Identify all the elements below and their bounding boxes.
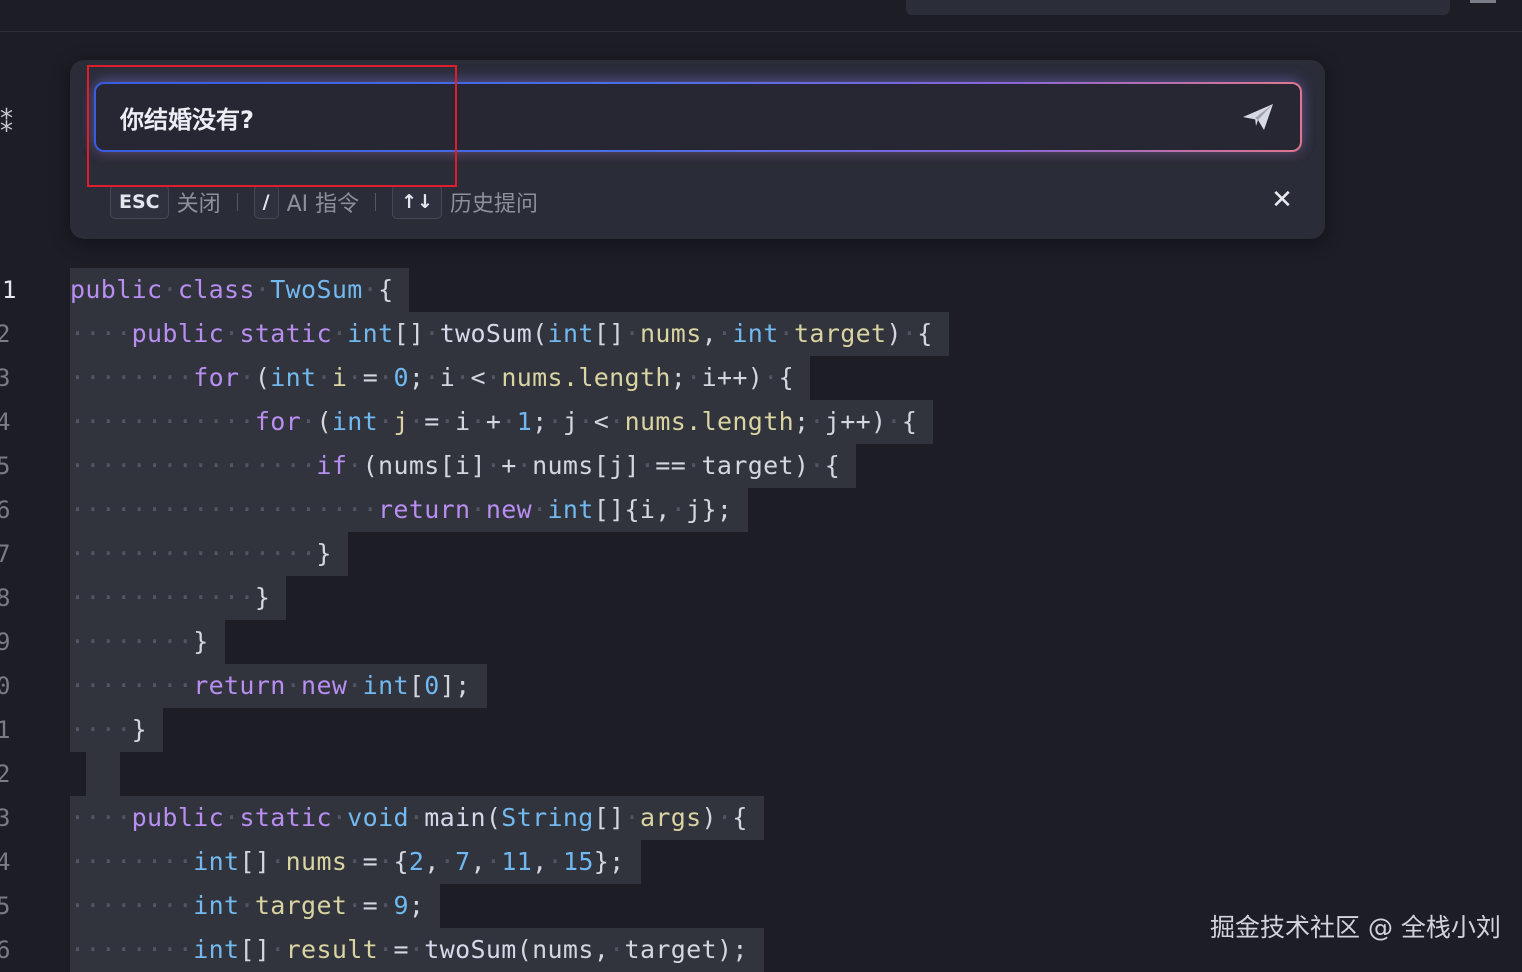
- code-line: ········return·new·int[0];: [70, 664, 949, 708]
- code-line: ····public·static·int[]·twoSum(int[]·num…: [70, 312, 949, 356]
- code-line: ········int[]·result·=·twoSum(nums,·targ…: [70, 928, 949, 972]
- code-line: ········int·target·=·9;: [70, 884, 949, 928]
- line-number: 4: [0, 408, 11, 436]
- hint-divider: [236, 193, 238, 211]
- ai-shortcut-hints: ESC 关闭 / AI 指令 ↑↓ 历史提问: [110, 184, 554, 220]
- code-line: ················if·(nums[i]·+·nums[j]·==…: [70, 444, 949, 488]
- arrow-keys-badge: ↑↓: [392, 185, 442, 219]
- code-line: ············for·(int·j·=·i·+·1;·j·<·nums…: [70, 400, 949, 444]
- annotation-highlight-box: [87, 65, 457, 187]
- line-number: 3: [0, 364, 11, 392]
- line-number: 9: [0, 628, 11, 656]
- line-number-gutter: 1 2 3 4 5 6 7 8 9 0 1 2 3 4 5 6: [0, 268, 40, 972]
- close-icon[interactable]: ✕: [1269, 184, 1295, 216]
- code-line: public·class·TwoSum·{: [70, 268, 949, 312]
- top-bar: [0, 0, 1522, 32]
- code-line: ········}: [70, 620, 949, 664]
- code-editor[interactable]: public·class·TwoSum·{ ····public·static·…: [70, 268, 949, 972]
- slash-key-badge: /: [253, 185, 279, 219]
- hint-divider: [375, 193, 377, 211]
- code-line: ········for·(int·i·=·0;·i·<·nums.length;…: [70, 356, 949, 400]
- line-number: 3: [0, 804, 11, 832]
- line-number: 4: [0, 848, 11, 876]
- line-number: 5: [0, 892, 11, 920]
- menu-icon[interactable]: [1470, 0, 1496, 3]
- watermark: 掘金技术社区 @ 全栈小刘: [1210, 913, 1501, 942]
- code-line: ················}: [70, 532, 949, 576]
- close-hint-label: 关闭: [176, 192, 221, 217]
- code-line: [70, 752, 949, 796]
- esc-key-badge: ESC: [110, 185, 169, 219]
- sparkle-icon[interactable]: ⁑: [0, 106, 24, 142]
- code-line: ····}: [70, 708, 949, 752]
- line-number: 2: [0, 760, 11, 788]
- history-hint-label: 历史提问: [449, 192, 538, 217]
- top-tab[interactable]: [906, 0, 1450, 15]
- line-number: 6: [0, 496, 11, 524]
- line-number: 1: [0, 716, 11, 744]
- line-number: 6: [0, 936, 11, 964]
- code-line: ····public·static·void·main(String[]·arg…: [70, 796, 949, 840]
- line-number: 7: [0, 540, 11, 568]
- code-line: ············}: [70, 576, 949, 620]
- line-number: 8: [0, 584, 11, 612]
- line-number: 0: [0, 672, 11, 700]
- line-number: 1: [2, 276, 17, 304]
- paper-plane-icon[interactable]: [1239, 98, 1277, 136]
- code-line: ····················return·new·int[]{i,·…: [70, 488, 949, 532]
- code-line: ········int[]·nums·=·{2,·7,·11,·15};: [70, 840, 949, 884]
- line-number: 5: [0, 452, 11, 480]
- line-number: 2: [0, 320, 11, 348]
- ai-command-hint-label: AI 指令: [286, 192, 360, 217]
